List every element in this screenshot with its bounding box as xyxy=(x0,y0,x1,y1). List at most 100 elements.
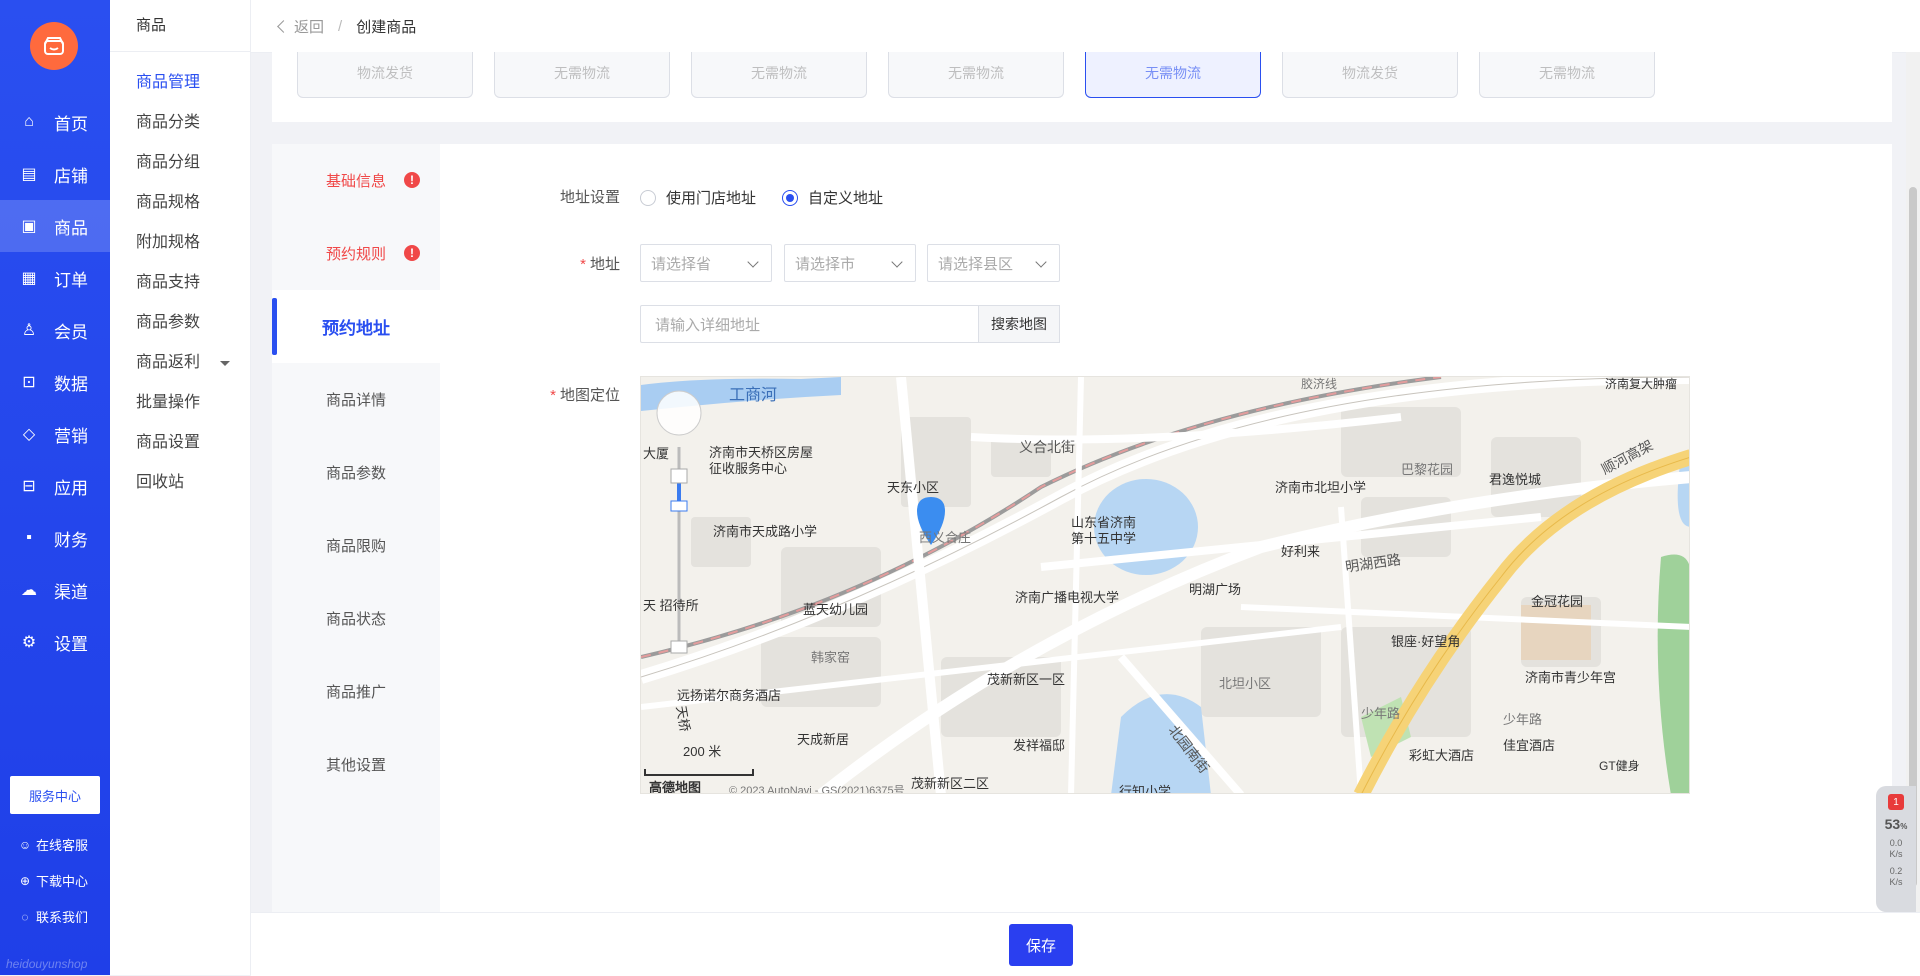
form-tab-7[interactable]: 商品推广 xyxy=(272,655,440,728)
map-label-tiancheng-new: 天成新居 xyxy=(797,732,850,747)
save-button[interactable]: 保存 xyxy=(1009,924,1073,966)
form-tab-label: 商品参数 xyxy=(325,465,386,482)
subnav-item-5[interactable]: 商品支持 xyxy=(110,263,250,303)
brand-footer: heidouyunshop xyxy=(6,957,88,971)
form-tab-2[interactable]: 预约地址 xyxy=(272,290,440,363)
download-center-link[interactable]: ⊕ 下载中心 xyxy=(18,871,88,890)
error-icon: ! xyxy=(404,172,420,188)
template-option-6[interactable]: 无需物流 xyxy=(1479,52,1655,98)
detail-address-input[interactable]: 请输入详细地址 xyxy=(640,305,978,343)
map-view[interactable]: 工商河 济南市天桥区房屋征收服务中心 天东小区 西义合庄 济南市天成路小学 义合… xyxy=(640,376,1690,794)
nav-item-10[interactable]: ⚙ 设置 xyxy=(0,616,110,668)
form-tab-label: 商品推广 xyxy=(325,684,386,701)
required-mark: * xyxy=(550,387,556,404)
template-option-2[interactable]: 无需物流 xyxy=(691,52,867,98)
perf-percent-value: 53 xyxy=(1884,816,1901,832)
perf-monitor-widget[interactable]: 1 53% 0.0 K/s 0.2 K/s xyxy=(1876,786,1916,912)
form-tab-label: 预约地址 xyxy=(322,319,390,338)
template-option-1[interactable]: 无需物流 xyxy=(494,52,670,98)
nav-item-label: 商品 xyxy=(54,218,88,238)
subnav-item-label: 商品支持 xyxy=(136,274,201,291)
map-label-faxiang: 发祥福邸 xyxy=(1013,738,1066,753)
nav-item-label: 会员 xyxy=(54,322,88,342)
template-option-label: 物流发货 xyxy=(1342,65,1398,81)
template-option-5[interactable]: 物流发货 xyxy=(1282,52,1458,98)
chart-icon: ⊡ xyxy=(22,374,36,391)
subnav-item-1[interactable]: 商品分类 xyxy=(110,103,250,143)
subnav-item-4[interactable]: 附加规格 xyxy=(110,223,250,263)
map-label-xingzhi: 行知小学 xyxy=(1119,784,1172,794)
form-tab-label: 商品限购 xyxy=(325,538,386,555)
nav-item-1[interactable]: ▤ 店铺 xyxy=(0,148,110,200)
form-tab-5[interactable]: 商品限购 xyxy=(272,509,440,582)
subnav-item-2[interactable]: 商品分组 xyxy=(110,143,250,183)
template-option-0[interactable]: 物流发货 xyxy=(297,52,473,98)
subnav-item-10[interactable]: 回收站 xyxy=(110,463,250,503)
page-scrollbar[interactable] xyxy=(1906,52,1920,912)
nav-item-2[interactable]: ▣ 商品 xyxy=(0,200,110,252)
map-label-river: 工商河 xyxy=(729,387,778,404)
form-tab-4[interactable]: 商品参数 xyxy=(272,436,440,509)
nav-item-7[interactable]: ⊟ 应用 xyxy=(0,460,110,512)
form-tab-0[interactable]: 基础信息! xyxy=(272,144,440,217)
nav-item-6[interactable]: ◇ 营销 xyxy=(0,408,110,460)
breadcrumb: 返回 / 创建商品 xyxy=(251,0,1920,53)
perf-percent-unit: % xyxy=(1900,822,1908,831)
template-option-3[interactable]: 无需物流 xyxy=(888,52,1064,98)
subnav-item-0[interactable]: 商品管理 xyxy=(110,63,250,103)
logo-icon[interactable] xyxy=(30,22,78,70)
subnav-item-3[interactable]: 商品规格 xyxy=(110,183,250,223)
map-label-fudan: 济南复大肿瘤 xyxy=(1605,377,1678,391)
template-option-4[interactable]: 无需物流 xyxy=(1085,52,1261,98)
service-center-button[interactable]: 服务中心 xyxy=(10,776,100,814)
nav-item-4[interactable]: ♙ 会员 xyxy=(0,304,110,356)
radio-store-label: 使用门店地址 xyxy=(666,190,757,207)
nav-item-0[interactable]: ⌂ 首页 xyxy=(0,96,110,148)
nav-item-8[interactable]: ▪ 财务 xyxy=(0,512,110,564)
subnav-item-label: 回收站 xyxy=(136,474,185,491)
channel-icon: ☁ xyxy=(21,582,37,599)
subnav-item-7[interactable]: 商品返利 xyxy=(110,343,250,383)
map-label-xiyi: 西义合庄 xyxy=(919,530,972,545)
map-location-text: 地图定位 xyxy=(559,387,620,404)
city-select[interactable]: 请选择市 xyxy=(784,244,916,282)
form-tab-3[interactable]: 商品详情 xyxy=(272,363,440,436)
subnav-item-label: 批量操作 xyxy=(136,394,201,411)
search-map-button[interactable]: 搜索地图 xyxy=(978,305,1060,343)
nav-item-label: 渠道 xyxy=(54,582,88,602)
map-label-gt: GT健身 xyxy=(1599,759,1640,773)
template-option-label: 物流发货 xyxy=(357,65,413,81)
required-mark: * xyxy=(580,256,586,273)
online-service-link[interactable]: ☺ 在线客服 xyxy=(18,835,88,854)
subnav-item-8[interactable]: 批量操作 xyxy=(110,383,250,423)
nav-item-3[interactable]: ▦ 订单 xyxy=(0,252,110,304)
form-tab-label: 商品状态 xyxy=(325,611,386,628)
nav-item-9[interactable]: ☁ 渠道 xyxy=(0,564,110,616)
map-label-yihe-north: 义合北街 xyxy=(1019,439,1075,455)
back-button[interactable]: 返回 xyxy=(277,16,324,37)
map-label-office: 济南市天桥区房屋征收服务中心 xyxy=(709,445,814,476)
form-tab-6[interactable]: 商品状态 xyxy=(272,582,440,655)
district-select[interactable]: 请选择县区 xyxy=(927,244,1060,282)
member-icon: ♙ xyxy=(21,322,37,339)
nav-item-label: 设置 xyxy=(54,634,88,654)
radio-store-address[interactable]: 使用门店地址 xyxy=(640,187,756,208)
subnav-item-9[interactable]: 商品设置 xyxy=(110,423,250,463)
subnav-item-6[interactable]: 商品参数 xyxy=(110,303,250,343)
radio-custom-address[interactable]: 自定义地址 xyxy=(782,187,883,208)
form-tab-8[interactable]: 其他设置 xyxy=(272,728,440,801)
map-label-youth-palace: 济南市青少年宫 xyxy=(1525,670,1617,685)
perf-upload: 0.0 K/s xyxy=(1876,838,1916,860)
province-select[interactable]: 请选择省 xyxy=(640,244,772,282)
home-icon: ⌂ xyxy=(24,113,34,130)
nav-item-label: 财务 xyxy=(54,530,88,550)
chevron-left-icon xyxy=(277,19,290,33)
map-label-jiayi: 佳宜酒店 xyxy=(1503,738,1556,753)
contact-us-link[interactable]: ◌ 联系我们 xyxy=(18,907,88,926)
map-label-junyi: 君逸悦城 xyxy=(1489,472,1542,487)
scrollbar-thumb[interactable] xyxy=(1909,187,1917,887)
subnav-list: 商品管理 商品分类 商品分组 商品规格 附加规格商品支持商品参数 商品返利批量操作商品设置… xyxy=(110,52,250,503)
form-tab-1[interactable]: 预约规则! xyxy=(272,217,440,290)
nav-item-5[interactable]: ⊡ 数据 xyxy=(0,356,110,408)
map-label-yuanyang: 远扬诺尔商务酒店 xyxy=(677,688,782,703)
